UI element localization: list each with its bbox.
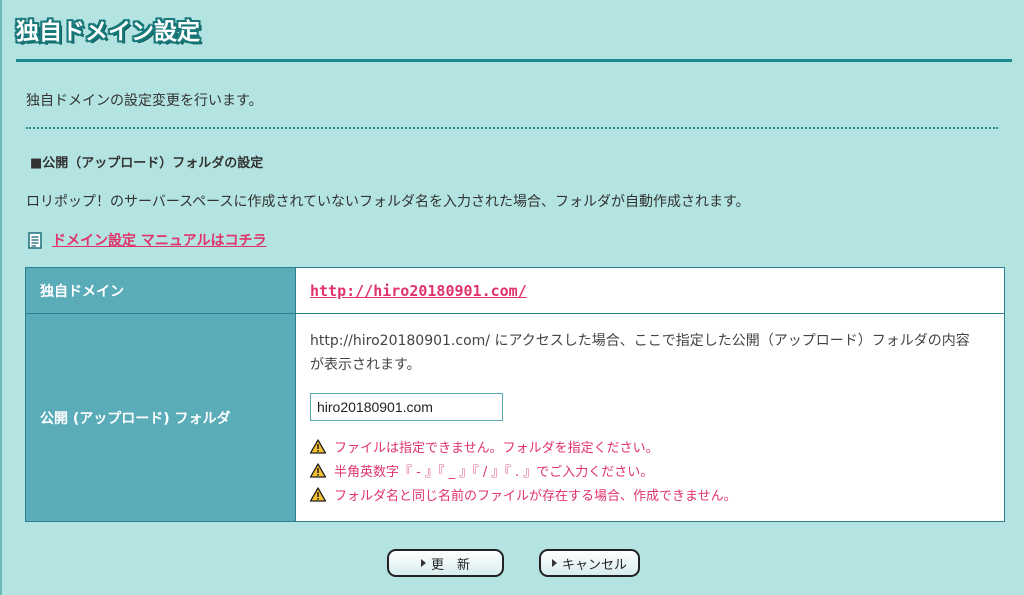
cancel-button[interactable]: キャンセル bbox=[539, 549, 640, 577]
warning-icon bbox=[310, 462, 326, 478]
table-row: 独自ドメイン http://hiro20180901.com/ bbox=[25, 267, 1005, 314]
update-button[interactable]: 更 新 bbox=[387, 549, 504, 577]
domain-settings-panel: 独自ドメイン設定 独自ドメインの設定変更を行います。 ■公開（アップロード）フォ… bbox=[0, 0, 1024, 595]
description-text: ロリポップ！のサーバースペースに作成されていないフォルダ名を入力された場合、フォ… bbox=[26, 194, 750, 210]
update-button-label: 更 新 bbox=[430, 557, 470, 573]
domain-label: 独自ドメイン bbox=[25, 267, 296, 314]
dotted-divider bbox=[26, 127, 998, 129]
folder-value-cell: http://hiro20180901.com/ にアクセスした場合、ここで指定… bbox=[295, 313, 1005, 522]
domain-settings-table: 独自ドメイン http://hiro20180901.com/ 公開 (アップロ… bbox=[25, 267, 1005, 522]
warning-text: フォルダ名と同じ名前のファイルが存在する場合、作成できません。 bbox=[334, 488, 737, 504]
manual-link[interactable]: ドメイン設定 マニュアルはコチラ bbox=[52, 230, 266, 250]
domain-link[interactable]: http://hiro20180901.com/ bbox=[310, 282, 527, 300]
play-arrow-icon bbox=[551, 559, 557, 567]
table-row: 公開 (アップロード) フォルダ http://hiro20180901.com… bbox=[25, 313, 1005, 522]
intro-text: 独自ドメインの設定変更を行います。 bbox=[26, 93, 263, 109]
play-arrow-icon bbox=[420, 559, 426, 567]
document-icon bbox=[28, 231, 42, 249]
page-title: 独自ドメイン設定 bbox=[16, 19, 200, 45]
manual-link-row: ドメイン設定 マニュアルはコチラ bbox=[28, 230, 266, 250]
warning-text: 半角英数字『 - 』『 _ 』『 / 』『 . 』でご入力ください。 bbox=[334, 464, 654, 480]
warning-text: ファイルは指定できません。フォルダを指定ください。 bbox=[334, 440, 659, 456]
folder-description: http://hiro20180901.com/ にアクセスした場合、ここで指定… bbox=[310, 333, 970, 373]
warning-icon bbox=[310, 438, 326, 454]
warning-icon bbox=[310, 486, 326, 502]
warning-item: 半角英数字『 - 』『 _ 』『 / 』『 . 』でご入力ください。 bbox=[310, 458, 1004, 482]
warning-item: フォルダ名と同じ名前のファイルが存在する場合、作成できません。 bbox=[310, 482, 1004, 506]
cancel-button-label: キャンセル bbox=[561, 557, 627, 573]
warning-item: ファイルは指定できません。フォルダを指定ください。 bbox=[310, 434, 1004, 458]
section-heading: ■公開（アップロード）フォルダの設定 bbox=[30, 156, 264, 171]
folder-label: 公開 (アップロード) フォルダ bbox=[25, 313, 296, 522]
folder-input[interactable] bbox=[310, 393, 503, 421]
title-divider bbox=[16, 59, 1012, 62]
warning-list: ファイルは指定できません。フォルダを指定ください。 半角英数字『 - 』『 _ … bbox=[310, 434, 1004, 506]
domain-value-cell: http://hiro20180901.com/ bbox=[295, 267, 1005, 314]
